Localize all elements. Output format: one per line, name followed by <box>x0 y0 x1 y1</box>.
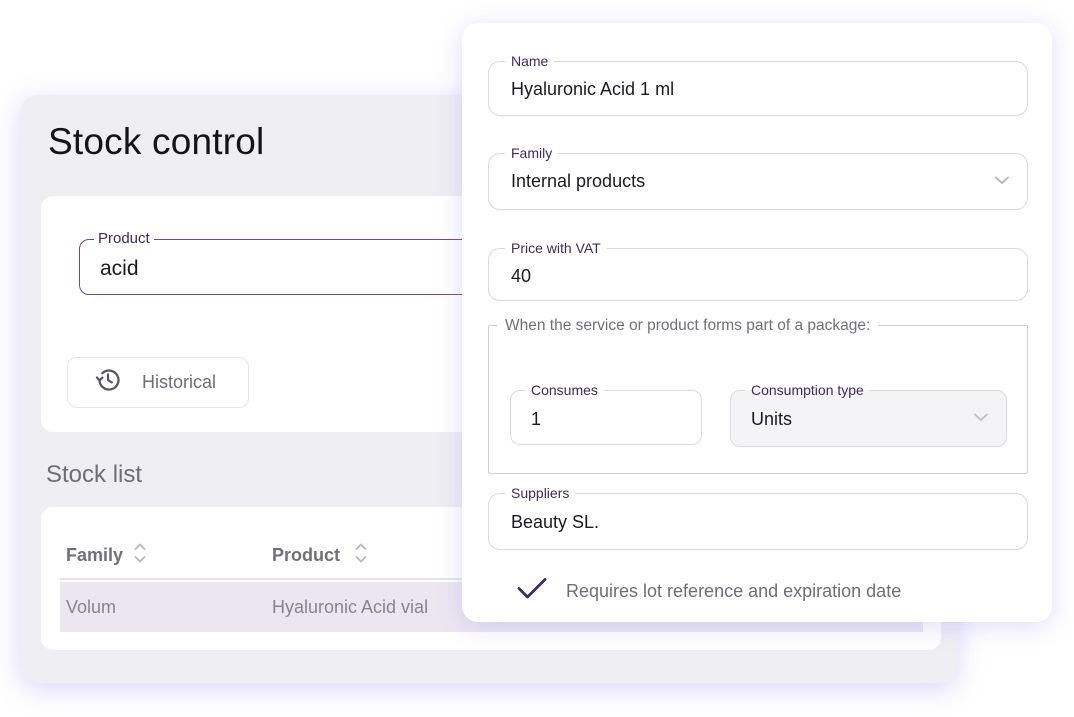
package-legend: When the service or product forms part o… <box>497 317 879 335</box>
product-field-label: Product <box>94 230 154 247</box>
check-icon <box>516 576 548 607</box>
consumption-type-label: Consumption type <box>745 382 870 398</box>
suppliers-field[interactable]: Suppliers Beauty SL. <box>488 485 1028 550</box>
consumes-value: 1 <box>531 409 542 429</box>
lot-reference-label: Requires lot reference and expiration da… <box>566 581 902 601</box>
name-field[interactable]: Name Hyaluronic Acid 1 ml <box>488 53 1028 116</box>
suppliers-field-value: Beauty SL. <box>511 512 600 532</box>
column-header-family[interactable]: Family <box>66 541 147 570</box>
cell-family: Volum <box>66 597 117 617</box>
product-field-value: acid <box>100 257 139 280</box>
price-field-value: 40 <box>511 266 532 286</box>
name-field-value: Hyaluronic Acid 1 ml <box>511 79 675 99</box>
column-header-label: Product <box>272 545 341 565</box>
sort-icon <box>133 541 147 570</box>
cell-product: Hyaluronic Acid vial <box>272 597 429 617</box>
consumption-type-value: Units <box>751 409 793 429</box>
consumes-input[interactable]: Consumes 1 <box>510 382 702 445</box>
chevron-down-icon <box>993 173 1011 191</box>
column-header-product[interactable]: Product <box>272 541 368 570</box>
historical-button-label: Historical <box>142 372 217 392</box>
lot-reference-checkbox[interactable]: Requires lot reference and expiration da… <box>516 576 901 607</box>
package-fieldset: When the service or product forms part o… <box>488 317 1028 474</box>
consumes-label: Consumes <box>525 382 604 398</box>
name-field-label: Name <box>505 53 555 69</box>
product-form-panel: Name Hyaluronic Acid 1 ml Family Interna… <box>462 23 1052 622</box>
family-field-label: Family <box>505 145 559 161</box>
historical-button[interactable]: Historical <box>67 357 249 408</box>
history-icon <box>94 366 122 399</box>
price-with-vat-field[interactable]: Price with VAT 40 <box>488 240 1028 301</box>
family-select[interactable]: Family Internal products <box>488 145 1028 210</box>
family-field-value: Internal products <box>511 171 646 191</box>
stock-list-title: Stock list <box>46 461 143 488</box>
consumption-type-select[interactable]: Consumption type Units <box>730 382 1007 447</box>
chevron-down-icon <box>972 410 990 428</box>
column-header-label: Family <box>66 545 124 565</box>
page-title: Stock control <box>48 121 265 162</box>
price-field-label: Price with VAT <box>505 240 607 256</box>
suppliers-field-label: Suppliers <box>505 485 576 501</box>
sort-icon <box>354 541 368 570</box>
